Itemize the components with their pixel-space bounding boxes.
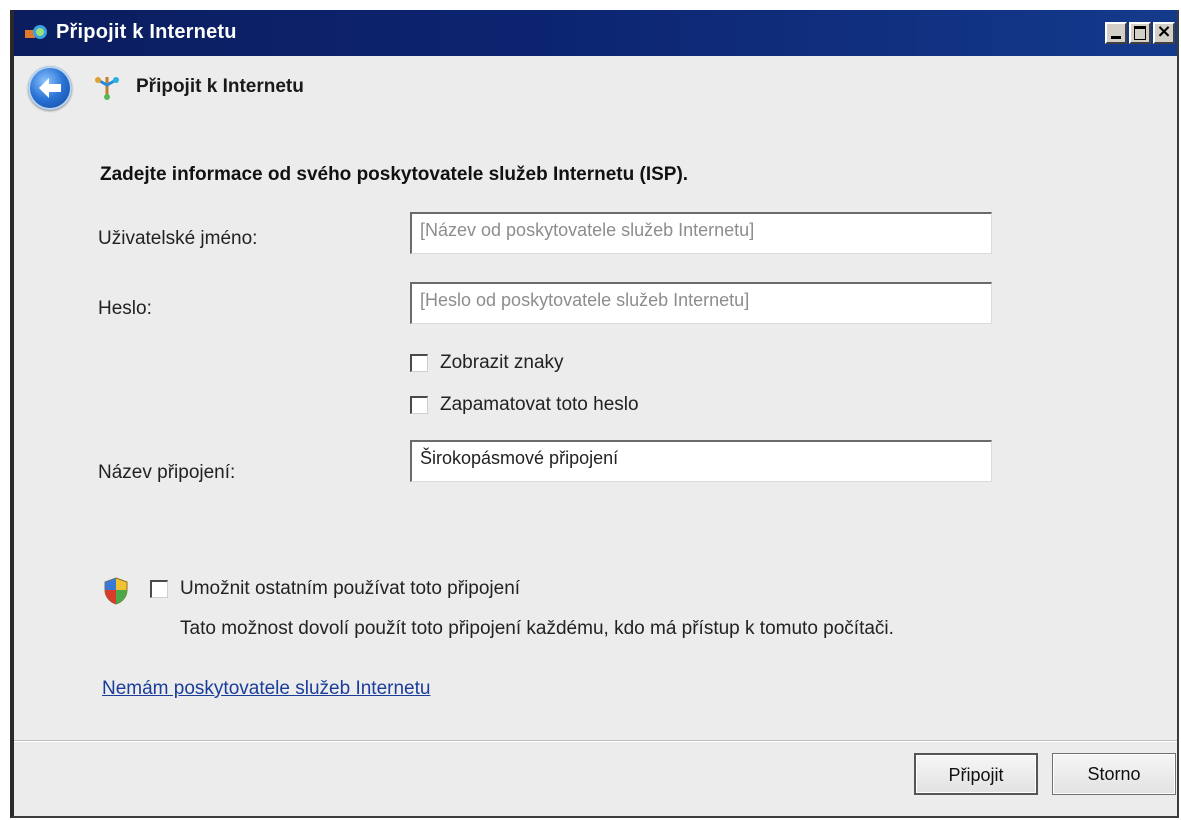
close-button[interactable]: × (1153, 21, 1175, 44)
no-isp-link[interactable]: Nemám poskytovatele služeb Internetu (102, 678, 430, 700)
remember-password-label: Zapamatovat toto heslo (440, 394, 639, 415)
minimize-icon (1111, 36, 1121, 39)
content-area: Zadejte informace od svého poskytovatele… (14, 128, 1177, 740)
back-button[interactable] (28, 66, 72, 110)
minimize-button[interactable] (1105, 22, 1127, 44)
uac-shield-icon (104, 577, 128, 605)
show-chars-checkbox[interactable] (410, 354, 428, 372)
username-field[interactable]: [Název od poskytovatele služeb Internetu… (410, 212, 992, 254)
close-icon: × (1156, 21, 1172, 42)
navigation-bar: Připojit k Internetu (14, 56, 1177, 129)
title-bar[interactable]: Připojit k Internetu × (14, 10, 1177, 56)
show-chars-label: Zobrazit znaky (440, 352, 564, 373)
cancel-button[interactable]: Storno (1052, 753, 1176, 795)
maximize-icon (1134, 26, 1146, 40)
allow-others-description: Tato možnost dovolí použít toto připojen… (180, 618, 894, 639)
connection-name-label: Název připojení: (98, 462, 236, 483)
maximize-button[interactable] (1129, 22, 1151, 44)
button-bar: Připojit Storno (14, 740, 1177, 816)
allow-others-label: Umožnit ostatním používat toto připojení (180, 578, 521, 599)
window-title: Připojit k Internetu (56, 21, 237, 43)
allow-others-checkbox[interactable] (150, 580, 168, 598)
remember-password-checkbox[interactable] (410, 396, 428, 414)
dialog-window: Připojit k Internetu × Připojit k Intern… (10, 10, 1179, 818)
password-field[interactable]: [Heslo od poskytovatele služeb Internetu… (410, 282, 992, 324)
page-title: Připojit k Internetu (136, 76, 304, 97)
instructions-heading: Zadejte informace od svého poskytovatele… (100, 164, 689, 185)
connect-button[interactable]: Připojit (914, 753, 1038, 795)
username-label: Uživatelské jméno: (98, 228, 258, 249)
back-arrow-icon (39, 78, 61, 98)
network-connection-icon (25, 25, 47, 39)
connection-name-field[interactable]: Širokopásmové připojení (410, 440, 992, 482)
network-connection-icon (95, 77, 119, 100)
password-label: Heslo: (98, 298, 152, 319)
